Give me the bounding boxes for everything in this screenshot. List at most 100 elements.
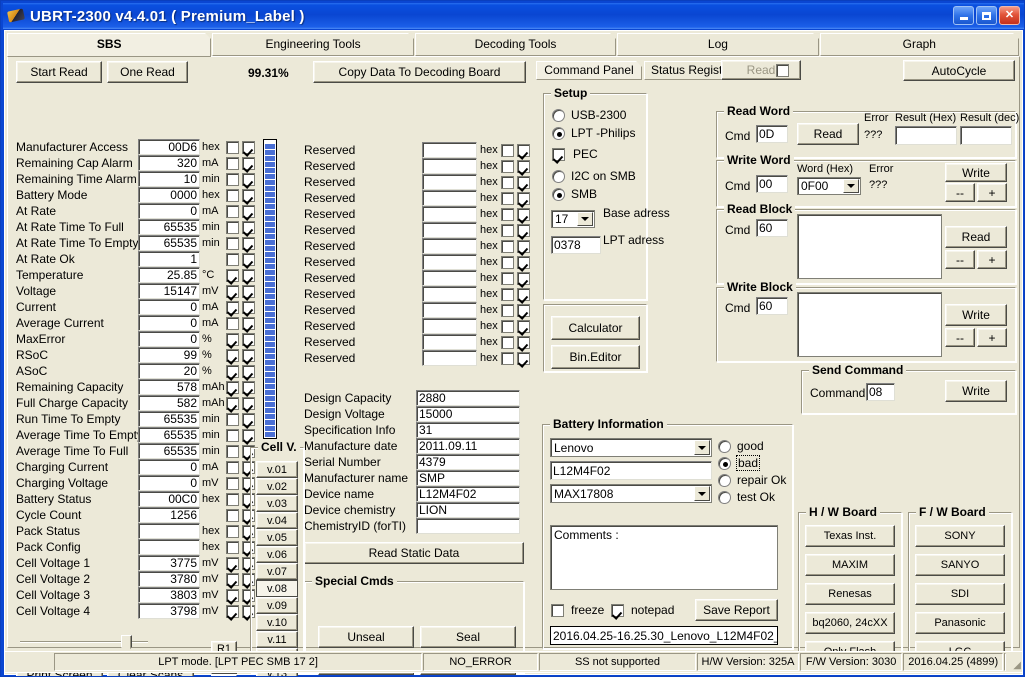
- reserved-row-value[interactable]: [422, 302, 477, 318]
- reserved-row-value[interactable]: [422, 142, 477, 158]
- sbs-row-value[interactable]: 0: [138, 459, 200, 475]
- sbs-row-checkbox-1[interactable]: [226, 444, 239, 458]
- write-word-increment-button[interactable]: +: [977, 183, 1007, 202]
- write-block-increment-button[interactable]: +: [977, 328, 1007, 347]
- reserved-row-checkbox-1[interactable]: [501, 191, 514, 205]
- sbs-row-checkbox-2[interactable]: [242, 268, 255, 282]
- sbs-row-checkbox-2[interactable]: [242, 156, 255, 170]
- sbs-row-checkbox-1[interactable]: [226, 284, 239, 298]
- fw-board-button[interactable]: SONY: [915, 525, 1005, 547]
- reserved-row-checkbox-2[interactable]: [517, 143, 530, 157]
- cell-voltage-button[interactable]: v.02: [256, 478, 298, 495]
- reserved-row-checkbox-2[interactable]: [517, 239, 530, 253]
- reserved-row-value[interactable]: [422, 350, 477, 366]
- hw-board-button[interactable]: MAXIM: [805, 554, 895, 576]
- sbs-row-checkbox-1[interactable]: [226, 556, 239, 570]
- sbs-row-checkbox-2[interactable]: [242, 380, 255, 394]
- sbs-row-value[interactable]: [138, 523, 200, 539]
- reserved-row-checkbox-1[interactable]: [501, 271, 514, 285]
- report-filename-field[interactable]: 2016.04.25-16.25.30_Lenovo_L12M4F02_MAX: [550, 626, 778, 645]
- reserved-row-checkbox-2[interactable]: [517, 175, 530, 189]
- one-read-button[interactable]: One Read: [107, 61, 188, 83]
- cell-voltage-button[interactable]: v.09: [256, 597, 298, 614]
- reserved-row-checkbox-1[interactable]: [501, 319, 514, 333]
- fw-board-button[interactable]: SANYO: [915, 554, 1005, 576]
- radio-smb[interactable]: SMB: [552, 187, 597, 201]
- sbs-row-checkbox-2[interactable]: [242, 188, 255, 202]
- read-word-cmd-input[interactable]: 0D: [756, 125, 788, 143]
- read-block-textarea[interactable]: [797, 214, 942, 279]
- sbs-row-checkbox-1[interactable]: [226, 300, 239, 314]
- sbs-row-checkbox-2[interactable]: [242, 236, 255, 250]
- reserved-row-checkbox-2[interactable]: [517, 255, 530, 269]
- fw-board-button[interactable]: SDI: [915, 583, 1005, 605]
- sbs-row-value[interactable]: 65535: [138, 443, 200, 459]
- cell-voltage-button[interactable]: v.01: [256, 461, 298, 478]
- tab-graph[interactable]: Graph: [819, 33, 1020, 56]
- sbs-row-value[interactable]: 65535: [138, 219, 200, 235]
- reserved-row-value[interactable]: [422, 190, 477, 206]
- tab-decoding-tools[interactable]: Decoding Tools: [414, 33, 617, 56]
- sbs-row-checkbox-1[interactable]: [226, 252, 239, 266]
- reserved-row-checkbox-1[interactable]: [501, 207, 514, 221]
- copy-data-to-decoding-board-button[interactable]: Copy Data To Decoding Board: [313, 61, 526, 83]
- sbs-row-checkbox-1[interactable]: [226, 316, 239, 330]
- reserved-row-checkbox-2[interactable]: [517, 351, 530, 365]
- static-row-value[interactable]: L12M4F02: [416, 486, 520, 502]
- sbs-row-checkbox-1[interactable]: [226, 412, 239, 426]
- base-address-combo[interactable]: 17: [551, 210, 595, 228]
- reserved-row-value[interactable]: [422, 254, 477, 270]
- checkbox-pec[interactable]: PEC: [552, 147, 598, 161]
- reserved-row-value[interactable]: [422, 334, 477, 350]
- sbs-row-checkbox-1[interactable]: [226, 172, 239, 186]
- tab-command-panel[interactable]: Command Panel: [536, 61, 642, 80]
- read-static-data-button[interactable]: Read Static Data: [304, 542, 524, 564]
- read-toggle-checkbox[interactable]: [776, 64, 789, 77]
- sbs-row-value[interactable]: 15147: [138, 283, 200, 299]
- cell-voltage-button[interactable]: v.11: [256, 631, 298, 648]
- sbs-row-value[interactable]: 65535: [138, 411, 200, 427]
- reserved-row-checkbox-2[interactable]: [517, 287, 530, 301]
- sbs-row-value[interactable]: 3798: [138, 603, 200, 619]
- static-row-value[interactable]: 31: [416, 422, 520, 438]
- sbs-row-checkbox-2[interactable]: [242, 172, 255, 186]
- radio-i2c-on-smb[interactable]: I2C on SMB: [552, 169, 636, 183]
- battery-status-bad-radio[interactable]: [718, 456, 731, 470]
- cell-voltage-button[interactable]: v.03: [256, 495, 298, 512]
- reserved-row-value[interactable]: [422, 318, 477, 334]
- sbs-row-checkbox-1[interactable]: [226, 604, 239, 618]
- sbs-row-value[interactable]: 65535: [138, 427, 200, 443]
- send-command-input[interactable]: 08: [866, 383, 895, 401]
- sbs-row-checkbox-1[interactable]: [226, 188, 239, 202]
- battery-status-repair-ok-radio[interactable]: [718, 473, 731, 487]
- sbs-row-checkbox-1[interactable]: [226, 204, 239, 218]
- cell-voltage-button[interactable]: v.07: [256, 563, 298, 580]
- calculator-button[interactable]: Calculator: [551, 316, 640, 340]
- sbs-row-value[interactable]: 0: [138, 475, 200, 491]
- cell-voltage-button[interactable]: v.04: [256, 512, 298, 529]
- save-report-button[interactable]: Save Report: [695, 599, 778, 621]
- sbs-row-checkbox-1[interactable]: [226, 220, 239, 234]
- sbs-row-checkbox-2[interactable]: [242, 364, 255, 378]
- notepad-checkbox-row[interactable]: notepad: [611, 603, 674, 617]
- write-word-cmd-input[interactable]: 00: [756, 175, 788, 193]
- sbs-row-value[interactable]: 99: [138, 347, 200, 363]
- reserved-row-checkbox-2[interactable]: [517, 271, 530, 285]
- chevron-down-icon[interactable]: [694, 486, 710, 501]
- reserved-row-value[interactable]: [422, 158, 477, 174]
- sbs-row-value[interactable]: [138, 539, 200, 555]
- sbs-row-value[interactable]: 65535: [138, 235, 200, 251]
- sbs-row-checkbox-1[interactable]: [226, 396, 239, 410]
- sbs-row-checkbox-1[interactable]: [226, 348, 239, 362]
- reserved-row-checkbox-1[interactable]: [501, 255, 514, 269]
- static-row-value[interactable]: LION: [416, 502, 520, 518]
- sbs-row-checkbox-1[interactable]: [226, 380, 239, 394]
- static-row-value[interactable]: 4379: [416, 454, 520, 470]
- reserved-row-checkbox-1[interactable]: [501, 175, 514, 189]
- sbs-row-checkbox-1[interactable]: [226, 476, 239, 490]
- reserved-row-checkbox-1[interactable]: [501, 239, 514, 253]
- battery-status-test-ok[interactable]: test Ok: [718, 490, 775, 504]
- radio-usb-2300[interactable]: USB-2300: [552, 108, 626, 122]
- reserved-row-checkbox-2[interactable]: [517, 159, 530, 173]
- tab-sbs[interactable]: SBS: [7, 33, 212, 57]
